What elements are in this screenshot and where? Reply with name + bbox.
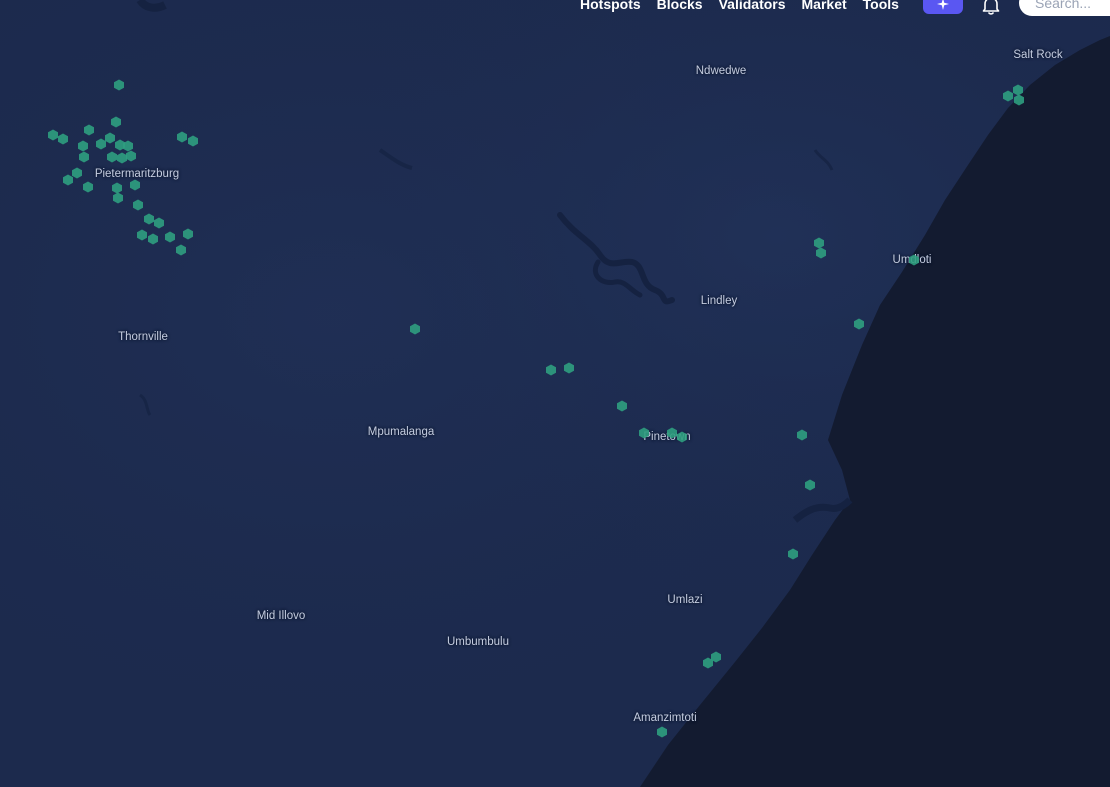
place-label-umbumbulu: Umbumbulu: [447, 636, 509, 648]
hotspot-hex[interactable]: [175, 244, 187, 256]
place-label-lindley: Lindley: [700, 295, 738, 307]
sparkle-icon: [937, 0, 949, 10]
hotspot-hex[interactable]: [1013, 94, 1025, 106]
nav-validators-link[interactable]: Validators: [719, 0, 786, 12]
place-label-salt-rock: Salt Rock: [1013, 49, 1063, 61]
hotspot-hex[interactable]: [110, 116, 122, 128]
hotspot-hex[interactable]: [147, 233, 159, 245]
hotspot-hex[interactable]: [616, 400, 628, 412]
hotspot-hex[interactable]: [815, 247, 827, 259]
hotspot-hex[interactable]: [153, 217, 165, 229]
place-label-amanzimtoti: Amanzimtoti: [633, 712, 697, 724]
notifications-bell-icon[interactable]: [980, 0, 1002, 16]
nav-market-link[interactable]: Market: [802, 0, 847, 12]
hotspot-hex[interactable]: [545, 364, 557, 376]
hotspot-hex[interactable]: [125, 150, 137, 162]
hotspot-hex[interactable]: [164, 231, 176, 243]
hotspot-hex[interactable]: [787, 548, 799, 560]
nav-hotspots-link[interactable]: Hotspots: [580, 0, 641, 12]
place-label-mid-illovo: Mid Illovo: [256, 610, 306, 622]
hotspot-hex[interactable]: [132, 199, 144, 211]
hotspot-hex[interactable]: [113, 79, 125, 91]
place-label-ndwedwe: Ndwedwe: [695, 65, 747, 77]
nav-tools-link[interactable]: Tools: [863, 0, 899, 12]
hotspot-hex[interactable]: [62, 174, 74, 186]
hotspot-hex[interactable]: [638, 427, 650, 439]
hotspot-hex[interactable]: [57, 133, 69, 145]
hotspot-hex[interactable]: [409, 323, 421, 335]
hotspot-hex[interactable]: [82, 181, 94, 193]
hotspot-hex[interactable]: [908, 254, 920, 266]
place-label-thornville: Thornville: [118, 331, 168, 343]
hotspot-hex[interactable]: [112, 192, 124, 204]
hotspot-hex[interactable]: [804, 479, 816, 491]
hotspot-hex[interactable]: [182, 228, 194, 240]
place-label-umlazi: Umlazi: [667, 594, 703, 606]
search-input[interactable]: [1019, 0, 1110, 16]
hotspot-hex[interactable]: [129, 179, 141, 191]
hotspot-hex[interactable]: [83, 124, 95, 136]
wallet-button[interactable]: [923, 0, 963, 14]
hotspot-hex[interactable]: [187, 135, 199, 147]
nav-blocks-link[interactable]: Blocks: [657, 0, 703, 12]
hotspot-hex[interactable]: [563, 362, 575, 374]
place-label-mpumalanga: Mpumalanga: [367, 426, 435, 438]
hotspot-hex[interactable]: [796, 429, 808, 441]
map-view[interactable]: Salt Rock Ndwedwe Pietermaritzburg Umdlo…: [0, 0, 1110, 787]
hotspot-hex[interactable]: [710, 651, 722, 663]
top-nav: Hotspots Blocks Validators Market Tools: [580, 0, 915, 15]
hotspot-hex[interactable]: [78, 151, 90, 163]
hotspot-hex[interactable]: [676, 431, 688, 443]
hotspot-hex[interactable]: [853, 318, 865, 330]
terrain-layer: [0, 0, 1110, 787]
hotspot-hex[interactable]: [656, 726, 668, 738]
